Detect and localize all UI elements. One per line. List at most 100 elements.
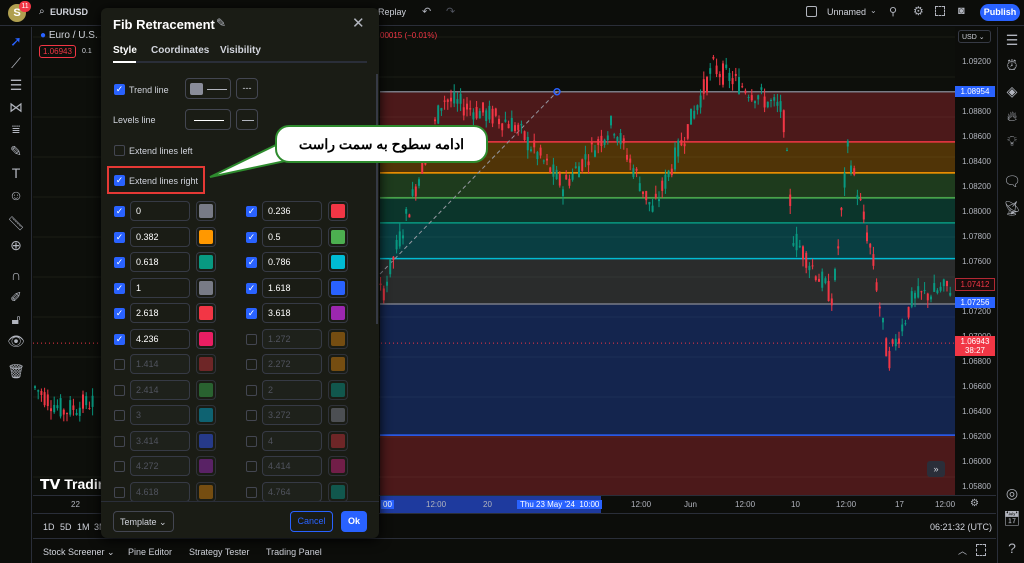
level-checkbox[interactable] (114, 486, 125, 498)
magnet-icon[interactable]: ∩ (6, 265, 26, 285)
level-color-swatch[interactable] (328, 303, 348, 323)
layers-icon[interactable]: ◈ (1001, 80, 1023, 102)
tab-coordinates[interactable]: Coordinates (151, 45, 209, 56)
level-checkbox[interactable] (246, 410, 257, 421)
template-dropdown[interactable]: Template ⌄ (113, 511, 174, 532)
settings-icon[interactable]: ⚙ (913, 4, 924, 18)
level-value-input[interactable]: 2.414 (130, 379, 190, 400)
level-checkbox[interactable] (114, 410, 125, 421)
level-checkbox[interactable]: ✓ (114, 257, 125, 268)
tab-pine-editor[interactable]: Pine Editor (128, 547, 172, 557)
level-checkbox[interactable]: ✓ (114, 333, 125, 345)
help-icon[interactable]: ? (1001, 537, 1023, 559)
target-icon[interactable]: ◎ (1001, 482, 1023, 504)
search-icon[interactable]: ⌕ (39, 6, 45, 17)
alarm-clock-icon[interactable]: ⏰︎ (1001, 54, 1023, 76)
level-color-swatch[interactable] (196, 430, 216, 451)
trend-line-dash-button[interactable]: --- (236, 78, 258, 99)
level-value-input[interactable]: 0.236 (262, 201, 322, 221)
maximize-icon[interactable] (976, 544, 986, 556)
level-value-input[interactable]: 0.618 (130, 252, 190, 272)
range-1m[interactable]: 1M (77, 522, 90, 532)
level-value-input[interactable]: 3.272 (262, 405, 322, 425)
chat-icon[interactable]: 🗨︎ (1001, 170, 1023, 192)
level-color-swatch[interactable] (196, 481, 216, 502)
levels-line-width-button[interactable] (236, 109, 258, 130)
level-value-input[interactable]: 2.272 (262, 354, 322, 374)
level-value-input[interactable]: 0 (130, 201, 190, 221)
level-color-swatch[interactable] (328, 201, 348, 221)
level-value-input[interactable]: 3.414 (130, 430, 190, 451)
level-value-input[interactable]: 4.414 (262, 456, 322, 476)
cancel-button[interactable]: Cancel (290, 511, 333, 532)
symbol-name[interactable]: Euro / U.S. (49, 30, 98, 41)
ideas-bulb-icon[interactable]: 💡︎ (1001, 130, 1023, 152)
level-checkbox[interactable]: ✓ (114, 206, 125, 217)
fullscreen-icon[interactable] (935, 6, 945, 16)
publish-button[interactable]: Publish (980, 4, 1020, 21)
tab-trading-panel[interactable]: Trading Panel (266, 547, 322, 557)
text-icon[interactable]: T (6, 163, 26, 183)
level-color-swatch[interactable] (328, 252, 348, 272)
range-1d[interactable]: 1D (43, 522, 55, 532)
pencil-icon[interactable]: ✎ (216, 16, 226, 30)
scrollbar[interactable] (376, 74, 378, 324)
level-value-input[interactable]: 1.618 (262, 277, 322, 298)
level-color-swatch[interactable] (196, 354, 216, 374)
close-icon[interactable]: ✕ (352, 14, 365, 32)
level-checkbox[interactable] (246, 486, 257, 498)
calendar-icon[interactable]: 📅︎ (1001, 507, 1023, 529)
level-value-input[interactable]: 2.618 (130, 303, 190, 323)
symbol-search[interactable]: EURUSD (50, 7, 88, 17)
price-axis[interactable]: USD ⌄ 1.09200 1.08800 1.08600 1.08400 1.0820… (955, 27, 996, 495)
emoji-icon[interactable]: ☺ (6, 185, 26, 205)
level-color-swatch[interactable] (196, 277, 216, 298)
level-checkbox[interactable] (114, 461, 125, 472)
level-value-input[interactable]: 1 (130, 277, 190, 298)
level-checkbox[interactable] (246, 461, 257, 472)
extend-left-checkbox[interactable] (114, 145, 125, 156)
undo-icon[interactable]: ↶ (422, 5, 431, 18)
level-color-swatch[interactable] (328, 405, 348, 425)
hotlist-fire-icon[interactable]: 🔥︎ (1001, 105, 1023, 127)
level-color-swatch[interactable] (196, 201, 216, 221)
fib-tools-icon[interactable]: ☰ (6, 75, 26, 95)
trend-line-checkbox[interactable]: ✓ (114, 84, 125, 95)
prediction-icon[interactable]: ⩸ (6, 119, 26, 139)
level-checkbox[interactable]: ✓ (246, 282, 257, 294)
level-value-input[interactable]: 4.272 (130, 456, 190, 476)
level-color-swatch[interactable] (196, 379, 216, 400)
level-color-swatch[interactable] (196, 456, 216, 476)
currency-select[interactable]: USD ⌄ (958, 30, 991, 43)
level-checkbox[interactable]: ✓ (246, 308, 257, 319)
level-value-input[interactable]: 1.414 (130, 354, 190, 374)
extend-right-checkbox[interactable]: ✓ (114, 175, 125, 186)
axis-settings-icon[interactable]: ⚙ (970, 498, 979, 509)
range-5d[interactable]: 5D (60, 522, 72, 532)
watchlist-icon[interactable]: ☰ (1001, 29, 1023, 51)
replay-button[interactable]: Replay (378, 7, 406, 17)
level-value-input[interactable]: 1.272 (262, 328, 322, 349)
level-color-swatch[interactable] (328, 354, 348, 374)
levels-line-style-button[interactable] (185, 109, 231, 130)
level-value-input[interactable]: 2 (262, 379, 322, 400)
level-color-swatch[interactable] (196, 303, 216, 323)
level-checkbox[interactable] (246, 384, 257, 396)
trend-line-style-button[interactable] (185, 78, 231, 99)
level-checkbox[interactable] (246, 435, 257, 447)
level-value-input[interactable]: 0.382 (130, 226, 190, 247)
level-value-input[interactable]: 0.5 (262, 226, 322, 247)
cursor-icon[interactable]: ➚ (6, 31, 26, 51)
level-color-swatch[interactable] (328, 481, 348, 502)
zoom-in-icon[interactable]: ⊕ (6, 235, 26, 255)
level-color-swatch[interactable] (328, 226, 348, 247)
level-checkbox[interactable] (114, 435, 125, 447)
chevron-down-icon[interactable]: ⌄ (870, 6, 877, 15)
layout-name[interactable]: Unnamed (827, 7, 866, 17)
tab-visibility[interactable]: Visibility (220, 45, 261, 56)
trash-icon[interactable]: 🗑︎ (6, 361, 26, 381)
level-value-input[interactable]: 4.764 (262, 481, 322, 502)
level-checkbox[interactable] (114, 359, 125, 370)
level-checkbox[interactable]: ✓ (114, 282, 125, 294)
level-checkbox[interactable]: ✓ (114, 308, 125, 319)
